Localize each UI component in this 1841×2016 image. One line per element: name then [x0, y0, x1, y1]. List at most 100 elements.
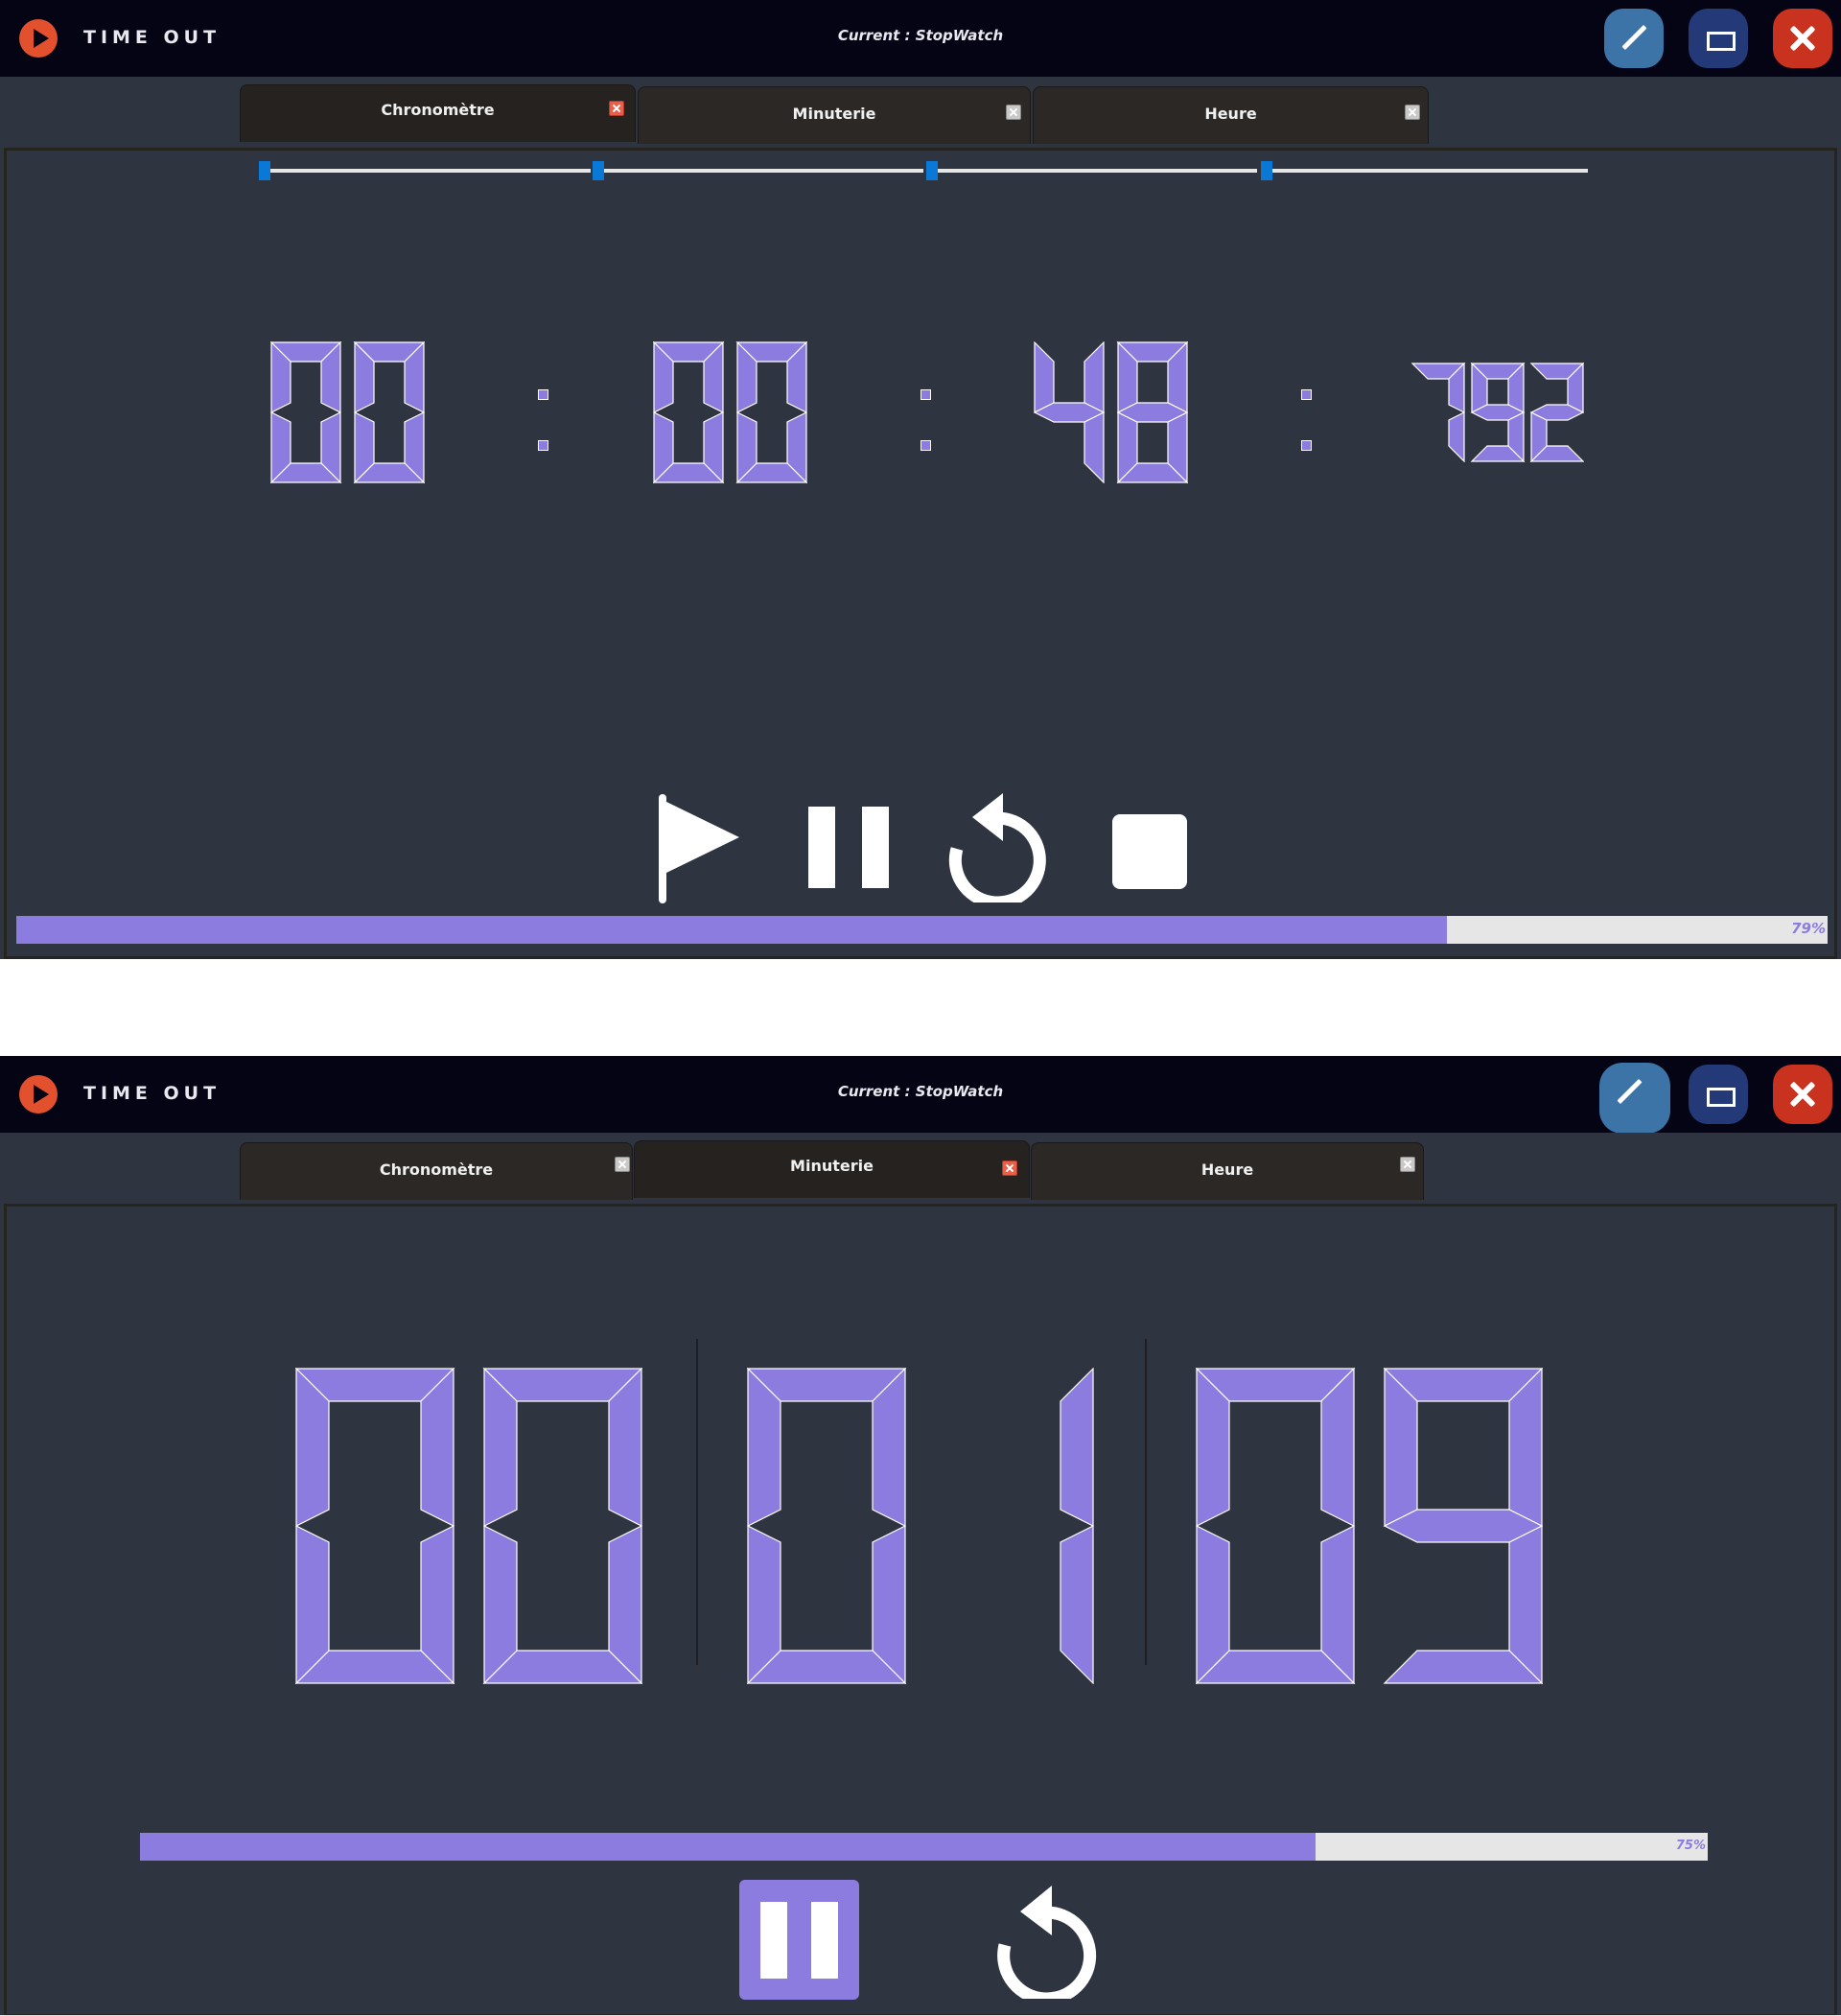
tab-minuterie[interactable]: Minuterie — [634, 1140, 1030, 1198]
tab-label: Heure — [1204, 105, 1257, 123]
slider-track-1[interactable] — [270, 169, 591, 173]
tab-minuterie[interactable]: Minuterie — [638, 86, 1031, 144]
digit-0 — [1196, 1368, 1356, 1684]
pause-icon — [760, 1902, 787, 1979]
tab-close-icon[interactable] — [615, 1157, 630, 1172]
slider-thumb-1[interactable] — [259, 161, 270, 180]
tab-label: Minuterie — [790, 1157, 874, 1175]
digit-separator — [1145, 1339, 1147, 1665]
restart-icon — [948, 793, 1046, 909]
digit-0 — [747, 1368, 907, 1684]
digit-9 — [1383, 1368, 1543, 1684]
segment-b — [1060, 1368, 1094, 1527]
digit-group — [1411, 363, 1584, 462]
close-button[interactable] — [1773, 1065, 1832, 1124]
colon-dot — [1301, 440, 1312, 451]
segment-c — [1084, 411, 1105, 483]
title-bar[interactable]: TIME OUT Current : StopWatch — [0, 0, 1841, 77]
digit-group — [270, 341, 425, 483]
play-logo-icon — [19, 1075, 58, 1113]
colon-dot — [920, 440, 931, 451]
timer-progress-bar: 75% — [140, 1833, 1708, 1861]
restart-button[interactable] — [945, 791, 1053, 909]
restart-icon — [997, 1886, 1097, 2005]
tab-chronometre[interactable]: Chronomètre — [240, 84, 636, 142]
tab-label: Minuterie — [792, 105, 876, 123]
colon-dot — [538, 440, 548, 451]
app-title: TIME OUT — [83, 1083, 221, 1104]
pause-button[interactable] — [739, 1880, 859, 2000]
tab-close-icon[interactable] — [1400, 1157, 1415, 1172]
digit-0 — [482, 1368, 642, 1684]
current-mode-label: Current : StopWatch — [837, 27, 1004, 44]
segment-g — [1383, 1509, 1543, 1543]
tab-strip: Chronomètre Minuterie Heure — [0, 1133, 1841, 1202]
title-bar[interactable]: TIME OUT Current : StopWatch — [0, 1056, 1841, 1134]
digit-group — [295, 1368, 642, 1684]
slider-track-2[interactable] — [604, 169, 923, 173]
segment-b — [1084, 341, 1105, 413]
slider-thumb-3[interactable] — [926, 161, 938, 180]
digit-0 — [270, 341, 342, 483]
digit-7 — [1411, 363, 1466, 462]
pause-button[interactable] — [808, 807, 895, 888]
tab-label: Heure — [1200, 1160, 1254, 1179]
tab-label: Chronomètre — [379, 1160, 494, 1179]
slider-track-4[interactable] — [1272, 169, 1588, 173]
slider-thumb-4[interactable] — [1261, 161, 1272, 180]
colon-dot — [538, 389, 548, 400]
play-logo-icon — [19, 19, 58, 58]
digit-group — [747, 1368, 1094, 1684]
slider-thumb-2[interactable] — [593, 161, 604, 180]
tab-chronometre[interactable]: Chronomètre — [240, 1142, 633, 1200]
segment-c — [1060, 1525, 1094, 1684]
digit-1 — [1060, 1368, 1094, 1684]
progress-label: 79% — [1791, 920, 1826, 937]
digit-group — [1034, 341, 1188, 483]
digit-0 — [295, 1368, 455, 1684]
segment-f — [1034, 341, 1055, 413]
digit-2 — [1529, 363, 1584, 462]
digit-9 — [1470, 363, 1526, 462]
digit-group — [653, 341, 807, 483]
restart-button[interactable] — [994, 1884, 1102, 2005]
pause-icon — [808, 807, 835, 888]
digit-0 — [653, 341, 725, 483]
app-title: TIME OUT — [83, 27, 221, 48]
digit-separator — [696, 1339, 698, 1665]
tab-close-icon[interactable] — [1002, 1160, 1017, 1176]
current-mode-label: Current : StopWatch — [837, 1083, 1004, 1100]
digit-0 — [353, 341, 425, 483]
edit-button[interactable] — [1604, 9, 1664, 68]
tab-label: Chronomètre — [381, 101, 495, 119]
digit-group — [1196, 1368, 1543, 1684]
progress-fill — [140, 1833, 1317, 1861]
tab-close-icon[interactable] — [1006, 105, 1021, 120]
tab-heure[interactable]: Heure — [1031, 1142, 1424, 1200]
stopwatch-window: TIME OUT Current : StopWatch Chronomètre… — [0, 0, 1841, 959]
progress-fill — [16, 916, 1448, 944]
digit-0 — [735, 341, 807, 483]
timer-panel: 75% — [4, 1204, 1837, 2016]
stopwatch-progress-bar: 79% — [16, 916, 1828, 944]
slider-track-3[interactable] — [938, 169, 1257, 173]
maximize-button[interactable] — [1689, 9, 1748, 68]
flag-icon — [659, 794, 666, 903]
maximize-button[interactable] — [1689, 1065, 1748, 1124]
edit-button[interactable] — [1599, 1063, 1670, 1134]
tab-strip: Chronomètre Minuterie Heure — [0, 77, 1841, 146]
tab-heure[interactable]: Heure — [1033, 86, 1429, 144]
segment-c — [1448, 411, 1465, 462]
stop-icon — [1112, 814, 1187, 889]
timer-window: TIME OUT Current : StopWatch Chronomètre… — [0, 1056, 1841, 2016]
progress-label: 75% — [1675, 1839, 1706, 1853]
stop-button[interactable] — [1112, 814, 1187, 889]
tab-close-icon[interactable] — [609, 101, 624, 116]
colon-dot — [920, 389, 931, 400]
digit-4 — [1034, 341, 1106, 483]
lap-flag-button[interactable] — [659, 794, 745, 903]
stopwatch-panel: 79% — [4, 148, 1837, 959]
close-button[interactable] — [1773, 9, 1832, 68]
colon-dot — [1301, 389, 1312, 400]
tab-close-icon[interactable] — [1405, 105, 1420, 120]
